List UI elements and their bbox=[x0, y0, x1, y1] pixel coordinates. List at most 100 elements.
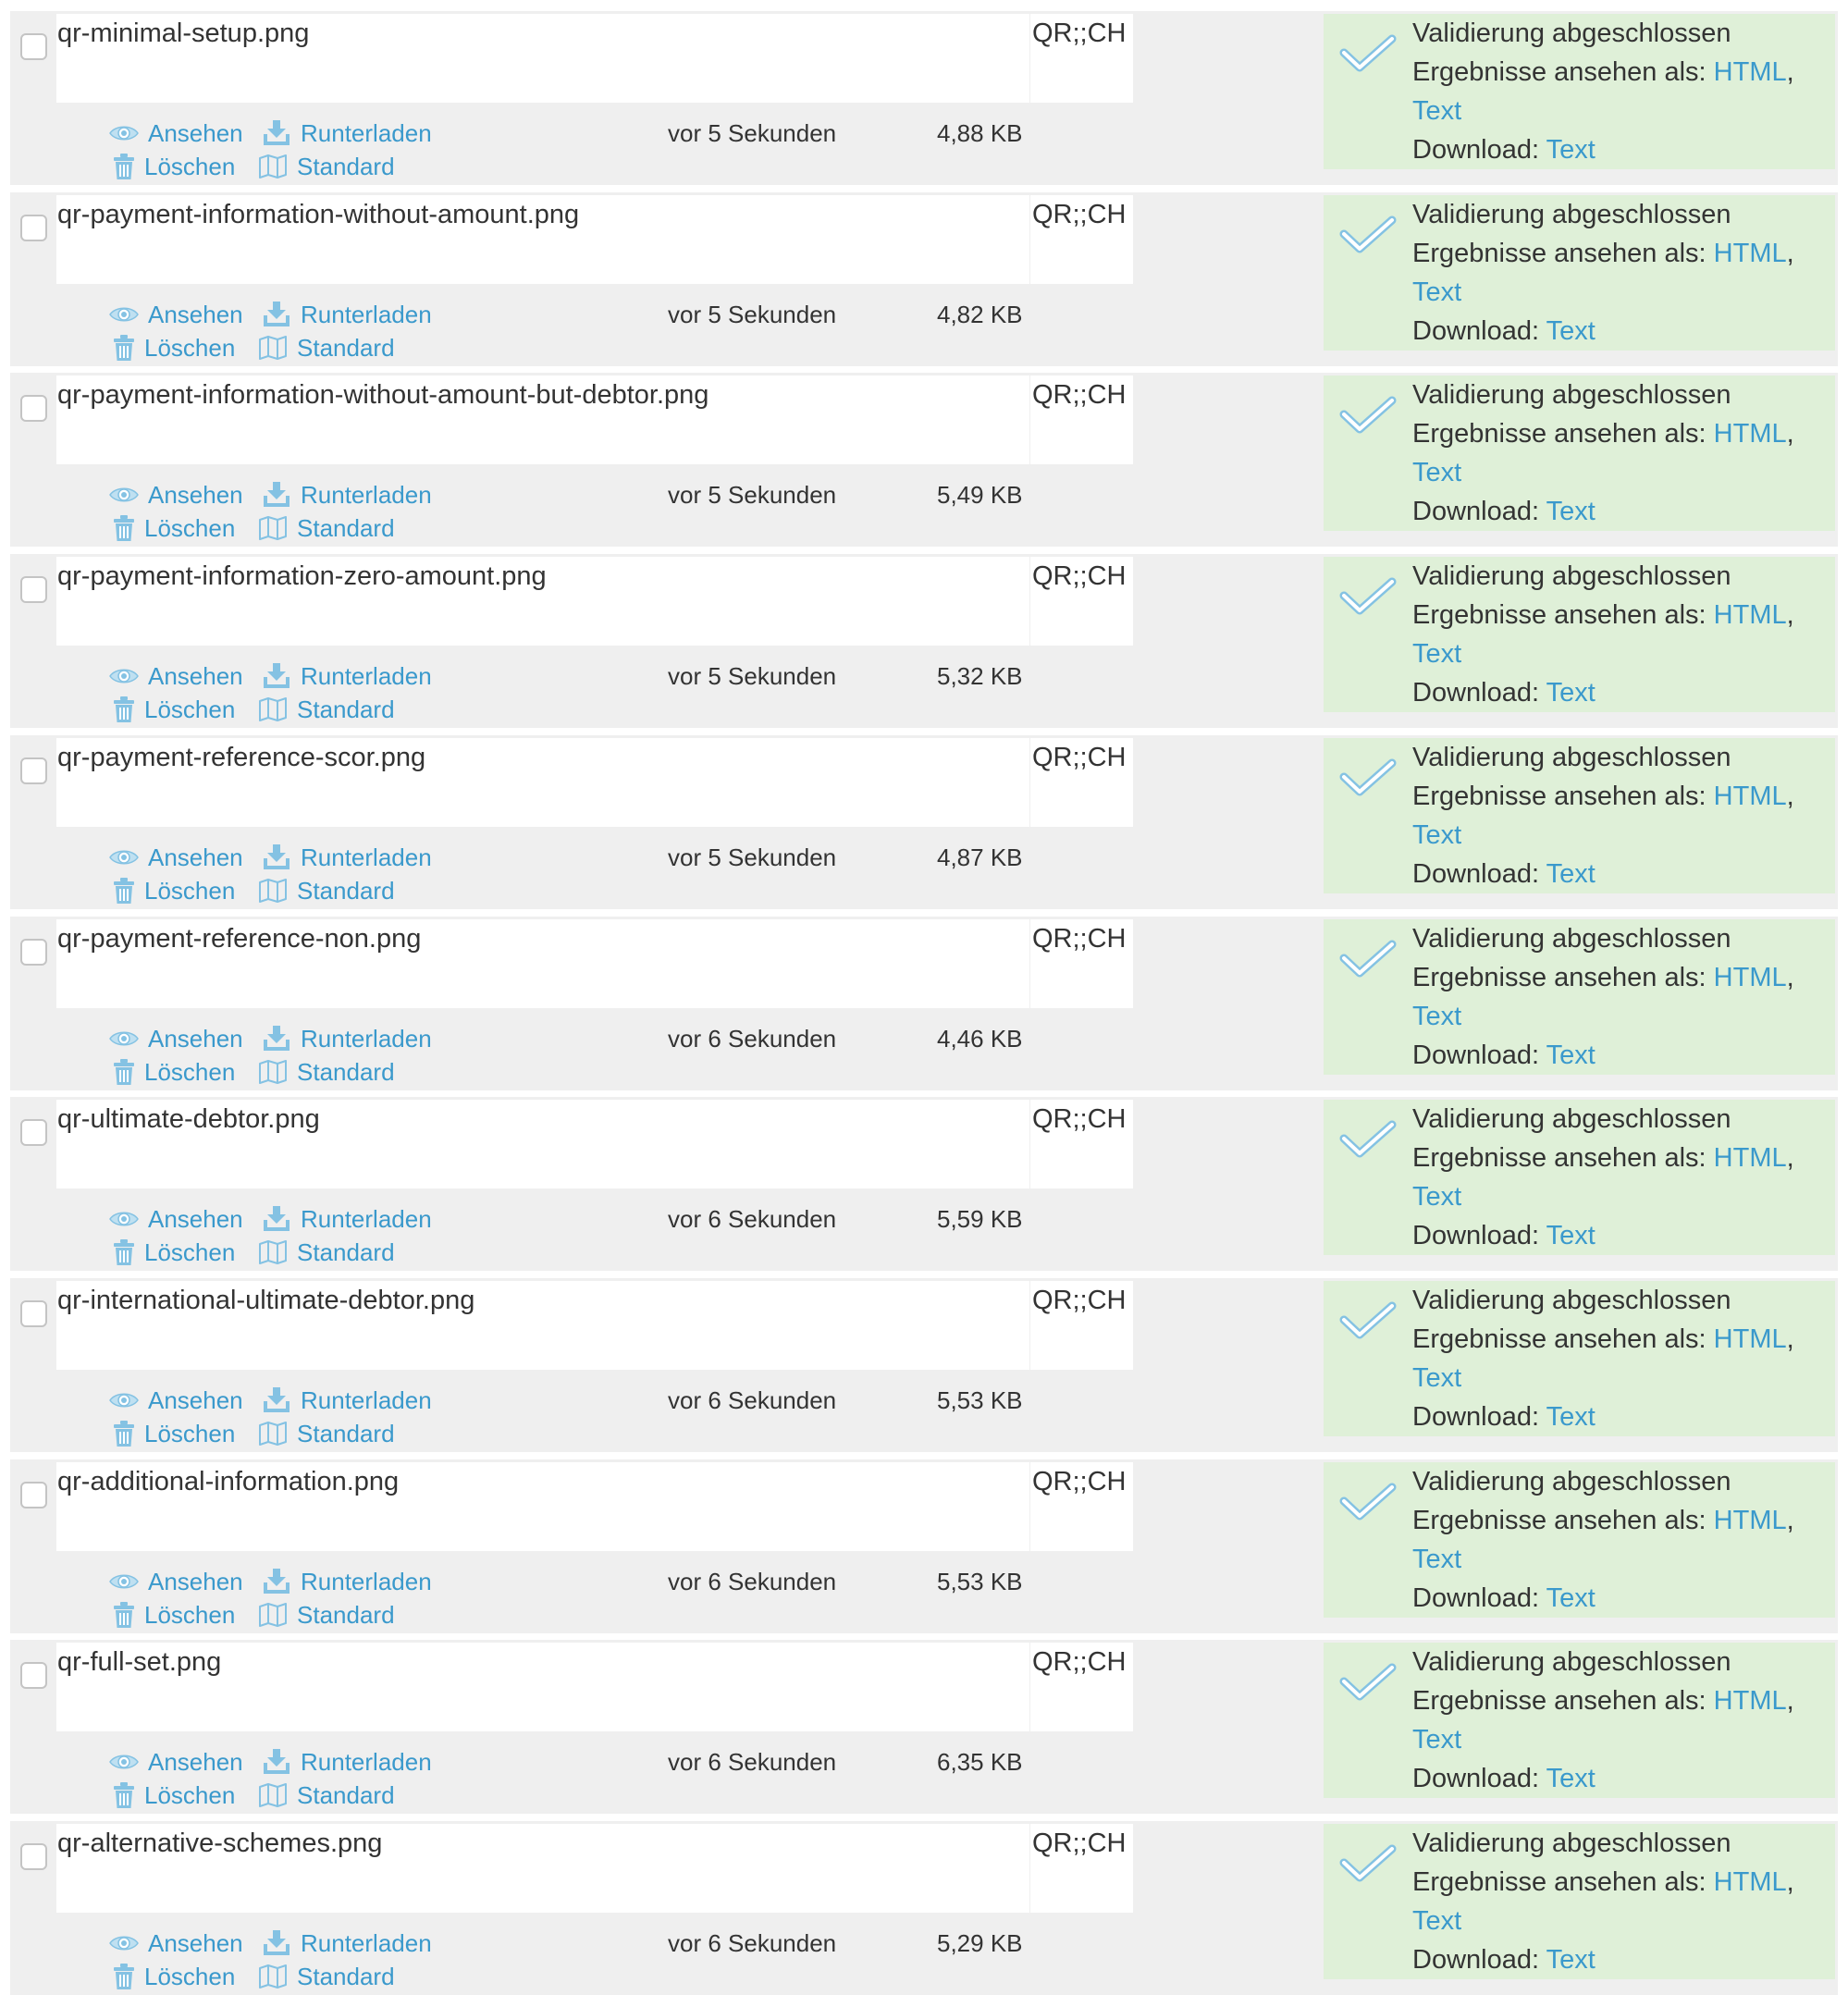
download-link[interactable]: Runterladen bbox=[262, 1746, 432, 1778]
view-link[interactable]: Ansehen bbox=[109, 1927, 243, 1959]
results-line: Ergebnisse ansehen als: HTML, bbox=[1412, 1320, 1794, 1359]
results-text-link[interactable]: Text bbox=[1412, 96, 1461, 126]
row-checkbox[interactable] bbox=[20, 576, 47, 604]
results-html-link[interactable]: HTML bbox=[1714, 782, 1787, 811]
row-checkbox[interactable] bbox=[20, 214, 47, 241]
results-text-link[interactable]: Text bbox=[1412, 1725, 1461, 1755]
standard-link[interactable]: Standard bbox=[258, 875, 395, 906]
delete-link[interactable]: Löschen bbox=[113, 1961, 235, 1992]
standard-link[interactable]: Standard bbox=[258, 1961, 395, 1992]
validation-status-panel: Validierung abgeschlossen Ergebnisse ans… bbox=[1324, 1280, 1835, 1436]
download-link[interactable]: Runterladen bbox=[262, 299, 432, 330]
results-text-link[interactable]: Text bbox=[1412, 1906, 1461, 1936]
download-link[interactable]: Runterladen bbox=[262, 842, 432, 873]
results-html-link[interactable]: HTML bbox=[1714, 419, 1787, 449]
results-text-link[interactable]: Text bbox=[1412, 1182, 1461, 1212]
download-text-link[interactable]: Text bbox=[1546, 1040, 1595, 1070]
download-link[interactable]: Runterladen bbox=[262, 660, 432, 692]
standard-link[interactable]: Standard bbox=[258, 512, 395, 544]
map-icon bbox=[259, 1783, 287, 1808]
view-link[interactable]: Ansehen bbox=[109, 1023, 243, 1054]
standard-link[interactable]: Standard bbox=[258, 694, 395, 725]
standard-link[interactable]: Standard bbox=[258, 1237, 395, 1268]
row-checkbox[interactable] bbox=[20, 938, 47, 966]
row-checkbox[interactable] bbox=[20, 1299, 47, 1327]
download-link[interactable]: Runterladen bbox=[262, 1203, 432, 1235]
download-text-link[interactable]: Text bbox=[1546, 859, 1595, 889]
results-html-link[interactable]: HTML bbox=[1714, 1143, 1787, 1173]
delete-link[interactable]: Löschen bbox=[113, 1599, 235, 1631]
row-checkbox[interactable] bbox=[20, 395, 47, 423]
standard-link[interactable]: Standard bbox=[258, 332, 395, 363]
results-html-link[interactable]: HTML bbox=[1714, 600, 1787, 630]
download-label: Runterladen bbox=[301, 1929, 432, 1957]
download-text-link[interactable]: Text bbox=[1546, 1764, 1595, 1793]
delete-link[interactable]: Löschen bbox=[113, 1779, 235, 1811]
row-checkbox[interactable] bbox=[20, 1119, 47, 1147]
download-link[interactable]: Runterladen bbox=[262, 1566, 432, 1597]
delete-link[interactable]: Löschen bbox=[113, 1056, 235, 1088]
standard-link[interactable]: Standard bbox=[258, 1418, 395, 1449]
delete-link[interactable]: Löschen bbox=[113, 1237, 235, 1268]
delete-link[interactable]: Löschen bbox=[113, 1418, 235, 1449]
results-text-link[interactable]: Text bbox=[1412, 820, 1461, 850]
results-text-link[interactable]: Text bbox=[1412, 277, 1461, 307]
view-link[interactable]: Ansehen bbox=[109, 1746, 243, 1778]
download-link[interactable]: Runterladen bbox=[262, 1023, 432, 1054]
download-text-link[interactable]: Text bbox=[1546, 497, 1595, 526]
download-text-link[interactable]: Text bbox=[1546, 678, 1595, 708]
results-separator: , bbox=[1786, 600, 1794, 631]
download-link[interactable]: Runterladen bbox=[262, 1385, 432, 1416]
results-text-link[interactable]: Text bbox=[1412, 639, 1461, 669]
delete-link[interactable]: Löschen bbox=[113, 151, 235, 182]
row-checkbox[interactable] bbox=[20, 33, 47, 60]
results-html-link[interactable]: HTML bbox=[1714, 239, 1787, 268]
results-text-link[interactable]: Text bbox=[1412, 458, 1461, 487]
file-row: qr-payment-reference-scor.png QR;;CH Ans… bbox=[10, 734, 1838, 909]
download-text-link[interactable]: Text bbox=[1546, 316, 1595, 346]
view-link[interactable]: Ansehen bbox=[109, 660, 243, 692]
delete-link[interactable]: Löschen bbox=[113, 332, 235, 363]
view-link[interactable]: Ansehen bbox=[109, 117, 243, 149]
download-line: Download: Text bbox=[1412, 1216, 1794, 1255]
download-link[interactable]: Runterladen bbox=[262, 1927, 432, 1959]
row-checkbox[interactable] bbox=[20, 1481, 47, 1508]
map-icon bbox=[259, 335, 287, 360]
view-link[interactable]: Ansehen bbox=[109, 479, 243, 511]
delete-link[interactable]: Löschen bbox=[113, 694, 235, 725]
row-checkbox[interactable] bbox=[20, 757, 47, 784]
download-text-link[interactable]: Text bbox=[1546, 1221, 1595, 1250]
standard-link[interactable]: Standard bbox=[258, 151, 395, 182]
download-link[interactable]: Runterladen bbox=[262, 117, 432, 149]
results-html-link[interactable]: HTML bbox=[1714, 1324, 1787, 1354]
results-text-link[interactable]: Text bbox=[1412, 1002, 1461, 1031]
eye-icon bbox=[109, 850, 139, 865]
delete-link[interactable]: Löschen bbox=[113, 875, 235, 906]
download-link[interactable]: Runterladen bbox=[262, 479, 432, 511]
row-checkbox[interactable] bbox=[20, 1662, 47, 1690]
view-link[interactable]: Ansehen bbox=[109, 1203, 243, 1235]
eye-icon bbox=[109, 487, 139, 502]
results-html-link[interactable]: HTML bbox=[1714, 963, 1787, 992]
download-text-link[interactable]: Text bbox=[1546, 135, 1595, 165]
view-link[interactable]: Ansehen bbox=[109, 842, 243, 873]
standard-link[interactable]: Standard bbox=[258, 1599, 395, 1631]
results-separator: , bbox=[1786, 1143, 1794, 1174]
results-text-link[interactable]: Text bbox=[1412, 1545, 1461, 1574]
download-text-link[interactable]: Text bbox=[1546, 1945, 1595, 1975]
standard-link[interactable]: Standard bbox=[258, 1056, 395, 1088]
download-text-link[interactable]: Text bbox=[1546, 1402, 1595, 1432]
results-html-link[interactable]: HTML bbox=[1714, 57, 1787, 87]
row-checkbox[interactable] bbox=[20, 1843, 47, 1870]
standard-link[interactable]: Standard bbox=[258, 1779, 395, 1811]
trash-icon bbox=[114, 1964, 134, 1989]
results-html-link[interactable]: HTML bbox=[1714, 1686, 1787, 1716]
view-link[interactable]: Ansehen bbox=[109, 1385, 243, 1416]
results-html-link[interactable]: HTML bbox=[1714, 1506, 1787, 1535]
results-html-link[interactable]: HTML bbox=[1714, 1867, 1787, 1897]
results-text-link[interactable]: Text bbox=[1412, 1363, 1461, 1393]
delete-link[interactable]: Löschen bbox=[113, 512, 235, 544]
view-link[interactable]: Ansehen bbox=[109, 299, 243, 330]
download-text-link[interactable]: Text bbox=[1546, 1583, 1595, 1613]
view-link[interactable]: Ansehen bbox=[109, 1566, 243, 1597]
